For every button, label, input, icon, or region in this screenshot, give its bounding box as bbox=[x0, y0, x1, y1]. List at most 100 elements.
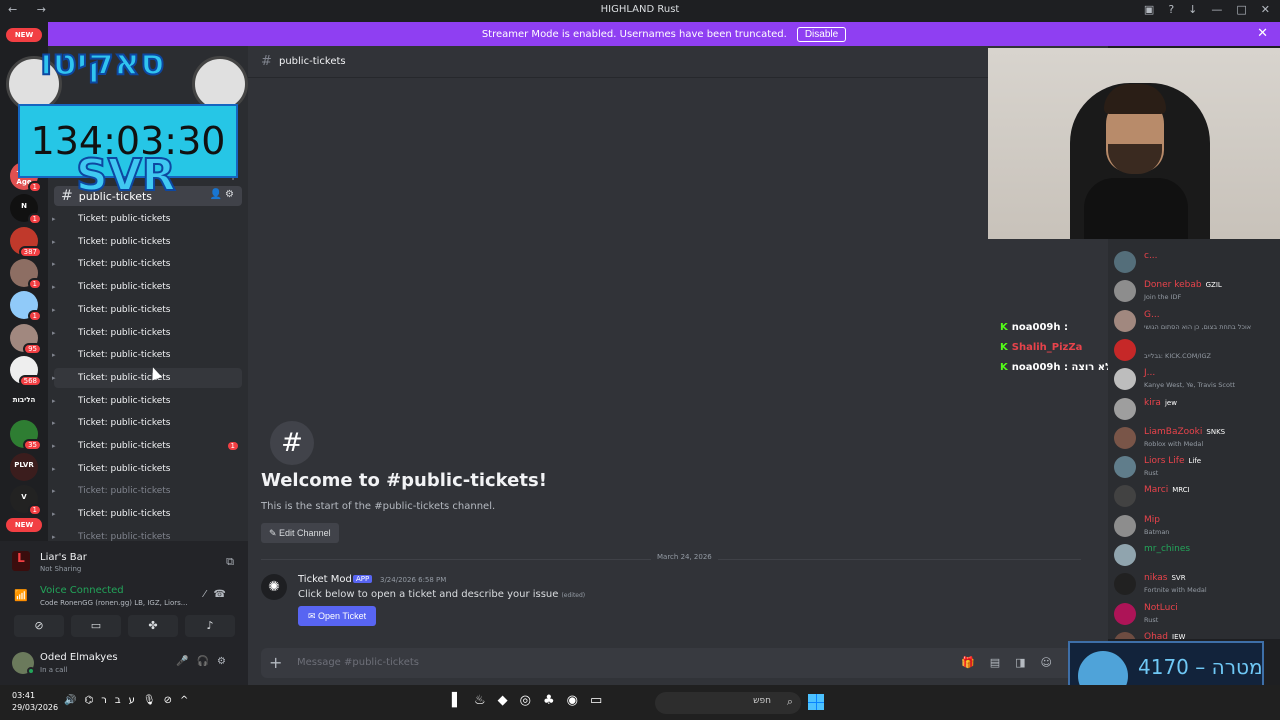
share-screen-icon[interactable]: ⧉ bbox=[226, 555, 234, 569]
screen-share-button[interactable]: ▭ bbox=[71, 615, 121, 637]
server-icon[interactable]: N1 bbox=[10, 194, 42, 226]
settings-gear-icon[interactable]: ⚙ bbox=[225, 189, 237, 200]
current-user[interactable]: Oded Elmakyes In a call 🎤🎧⚙ bbox=[12, 649, 240, 679]
member-status: Roblox with Medal bbox=[1144, 439, 1204, 448]
member-avatar bbox=[1114, 602, 1136, 625]
new-server-pill[interactable]: NEW bbox=[6, 518, 42, 532]
help-icon[interactable]: ? bbox=[1168, 3, 1174, 16]
open-ticket-button[interactable]: ✉ Open Ticket bbox=[298, 606, 377, 626]
noise-suppression-icon[interactable]: ⁄ bbox=[204, 589, 214, 600]
chrome-app-icon[interactable]: ◉ bbox=[567, 693, 590, 708]
thread-item[interactable]: ▸ Ticket: public-tickets bbox=[52, 413, 242, 433]
tray-icon[interactable]: ⊘ bbox=[164, 695, 180, 706]
taskview-icon[interactable]: ▭ bbox=[590, 693, 614, 708]
member-avatar bbox=[1114, 456, 1136, 479]
thread-item[interactable]: ▸ Ticket: public-tickets bbox=[52, 254, 242, 274]
thread-name: Ticket: public-tickets bbox=[78, 486, 171, 497]
member-item[interactable]: Ohad JEW bbox=[1114, 630, 1280, 639]
taskbar-clock[interactable]: 03:41 29/03/2026 bbox=[12, 690, 58, 714]
thread-item[interactable]: ▸ Ticket: public-tickets bbox=[52, 481, 242, 501]
server-icon[interactable]: 1 bbox=[10, 291, 42, 323]
server-icon[interactable]: 568 bbox=[10, 355, 42, 387]
member-item[interactable]: nikas SVR Fortnite with Medal bbox=[1114, 571, 1280, 599]
attach-plus-icon[interactable]: + bbox=[269, 653, 282, 672]
composer-placeholder[interactable]: Message #public-tickets bbox=[297, 657, 419, 668]
language-label[interactable]: עבר bbox=[101, 695, 143, 706]
mention-badge: 387 bbox=[18, 245, 42, 258]
thread-item[interactable]: ▸ Ticket: public-tickets bbox=[52, 345, 242, 365]
activity-game: Liar's Bar bbox=[40, 552, 87, 563]
server-icon[interactable]: 35 bbox=[10, 420, 42, 452]
member-item[interactable]: Marci MRCI bbox=[1114, 483, 1280, 511]
invite-icon[interactable]: 👤 bbox=[210, 189, 225, 200]
member-item[interactable]: Liors Life Life Rust bbox=[1114, 454, 1280, 482]
chevron-up-icon[interactable]: ^ bbox=[180, 695, 196, 706]
mic-tray-icon[interactable]: 🎙 bbox=[143, 695, 164, 706]
gif-icon[interactable]: ▤ bbox=[990, 656, 1015, 669]
server-icon[interactable]: הליבות bbox=[10, 388, 38, 417]
thread-item[interactable]: ▸ Ticket: public-tickets bbox=[52, 459, 242, 479]
thread-item[interactable]: ▸ Ticket: public-tickets 1 bbox=[52, 436, 242, 456]
thread-item[interactable]: ▸ Ticket: public-tickets bbox=[52, 277, 242, 297]
network-icon[interactable]: ⌬ bbox=[84, 695, 101, 706]
app-icon[interactable]: ♣ bbox=[543, 693, 567, 708]
close-window-icon[interactable]: ✕ bbox=[1261, 3, 1270, 16]
app-icon[interactable]: ◆ bbox=[498, 693, 520, 708]
emoji-icon[interactable]: ☺ bbox=[1041, 656, 1067, 669]
steam-app-icon[interactable]: ♨ bbox=[474, 693, 498, 708]
thread-item[interactable]: ▸ Ticket: public-tickets bbox=[52, 323, 242, 343]
server-icon[interactable]: PLVR bbox=[10, 452, 38, 481]
download-icon[interactable]: ↓ bbox=[1188, 3, 1197, 16]
rust-app-icon[interactable]: ▌ bbox=[452, 693, 474, 708]
disable-streamer-mode-button[interactable]: Disable bbox=[796, 26, 847, 42]
soundboard-button[interactable]: ♪ bbox=[185, 615, 235, 637]
maximize-icon[interactable]: □ bbox=[1236, 3, 1246, 16]
user-settings-icon[interactable]: ⚙ bbox=[217, 656, 234, 667]
stream-chat-name: noa009h : לא רוצה bbox=[1011, 362, 1112, 373]
minimize-icon[interactable]: — bbox=[1211, 3, 1222, 16]
signal-icon[interactable]: 📶 bbox=[14, 589, 28, 602]
voice-status[interactable]: Voice Connected bbox=[40, 585, 124, 596]
member-name: kira bbox=[1144, 397, 1161, 408]
sticker-icon[interactable]: ◨ bbox=[1015, 656, 1040, 669]
member-item[interactable]: mr_chines bbox=[1114, 542, 1280, 570]
member-item[interactable]: G... אוכל בתחת בצום, כן הוא הסתום הגושי bbox=[1114, 308, 1280, 336]
discord-app-icon[interactable]: ◎ bbox=[520, 693, 543, 708]
message-author[interactable]: Ticket Mod bbox=[298, 574, 352, 585]
member-item[interactable]: LiamBaZooki SNKS Roblox with Medal bbox=[1114, 425, 1280, 453]
member-item[interactable]: גבלייב: KICK.COM/IGZ bbox=[1114, 337, 1280, 365]
headphones-icon[interactable]: 🎧 bbox=[197, 656, 217, 667]
gift-icon[interactable]: 🎁 bbox=[961, 656, 990, 669]
disconnect-icon[interactable]: ☎ bbox=[214, 589, 234, 600]
thread-item[interactable]: ▸ Ticket: public-tickets bbox=[52, 300, 242, 320]
close-icon[interactable]: ✕ bbox=[1257, 26, 1268, 41]
hash-icon: # bbox=[61, 188, 73, 204]
member-item[interactable]: J... Kanye West, Ye, Travis Scott bbox=[1114, 366, 1280, 394]
message-composer[interactable]: + Message #public-tickets 🎁▤◨☺ bbox=[261, 648, 1081, 678]
member-item[interactable]: NotLuci Rust bbox=[1114, 601, 1280, 629]
server-icon[interactable]: 1 bbox=[10, 258, 42, 290]
volume-icon[interactable]: 🔊 bbox=[64, 695, 84, 706]
member-item[interactable]: kira jew bbox=[1114, 396, 1280, 424]
member-item[interactable]: c... bbox=[1114, 249, 1280, 277]
channel-header: # public-tickets bbox=[248, 46, 988, 78]
bot-avatar-icon[interactable]: ✺ bbox=[261, 574, 287, 600]
server-icon[interactable]: 387 bbox=[10, 226, 42, 258]
activities-button[interactable]: ✤ bbox=[128, 615, 178, 637]
camera-off-button[interactable]: ⊘ bbox=[14, 615, 64, 637]
server-icon[interactable]: 95 bbox=[10, 323, 42, 355]
microphone-icon[interactable]: 🎤 bbox=[176, 656, 196, 667]
edit-channel-button[interactable]: ✎ Edit Channel bbox=[261, 523, 339, 543]
windows-start-icon[interactable] bbox=[808, 694, 824, 710]
thread-item[interactable]: ▸ Ticket: public-tickets bbox=[52, 209, 242, 229]
member-item[interactable]: Doner kebab GZIL Join the IDF bbox=[1114, 278, 1280, 306]
thread-item[interactable]: ▸ Ticket: public-tickets bbox=[52, 232, 242, 252]
member-status: Rust bbox=[1144, 615, 1159, 624]
inbox-icon[interactable]: ▣ bbox=[1144, 3, 1154, 16]
taskbar-search[interactable]: חפש ⌕ bbox=[655, 692, 801, 714]
server-icon[interactable]: V1 bbox=[10, 485, 42, 516]
thread-item[interactable]: ▸ Ticket: public-tickets bbox=[52, 504, 242, 524]
member-item[interactable]: Mip Batman bbox=[1114, 513, 1280, 541]
thread-item[interactable]: ▸ Ticket: public-tickets bbox=[52, 391, 242, 411]
mention-badge: 35 bbox=[23, 439, 42, 452]
